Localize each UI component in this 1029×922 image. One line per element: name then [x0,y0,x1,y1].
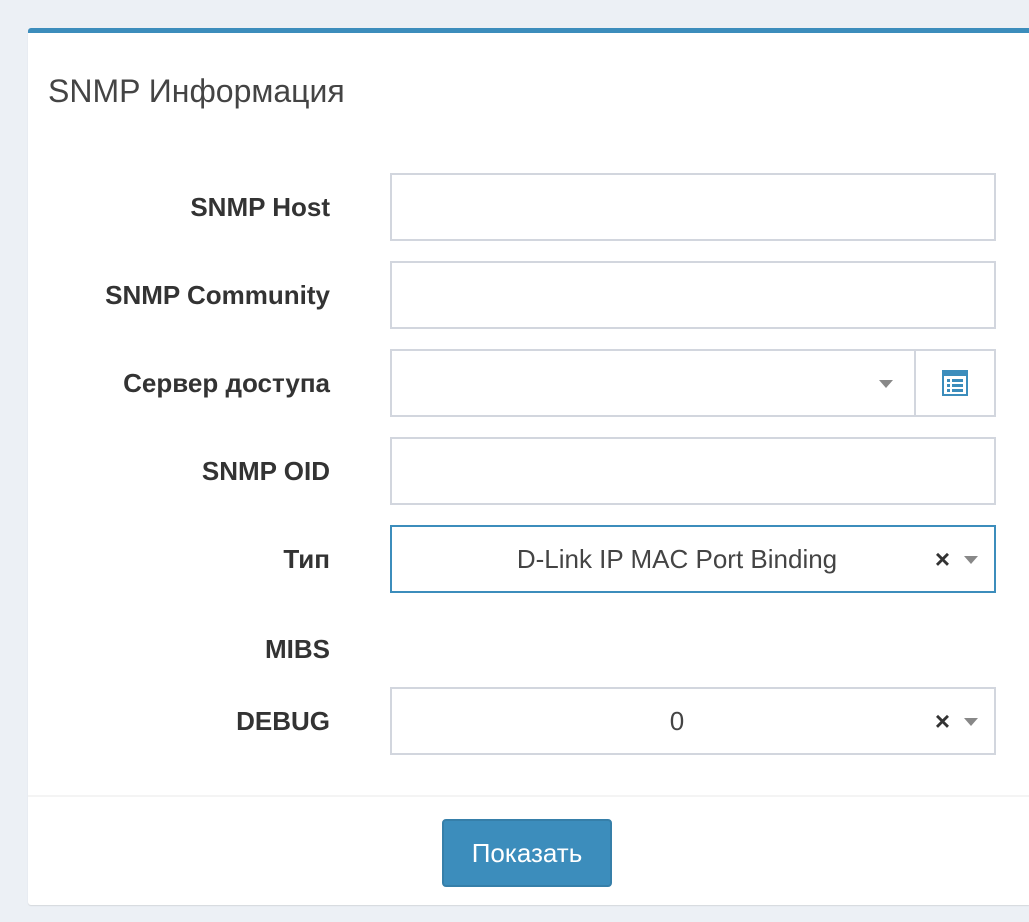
debug-selected-value: 0 [669,706,685,736]
row-snmp-host: SNMP Host [28,173,1029,241]
type-selected-value: D-Link IP MAC Port Binding [516,544,838,574]
list-icon [942,370,968,396]
access-server-select[interactable] [390,349,915,417]
snmp-community-input[interactable] [390,261,996,329]
access-server-list-button[interactable] [914,349,996,417]
debug-select[interactable]: 0 × [390,687,996,755]
snmp-oid-input[interactable] [390,437,996,505]
show-button[interactable]: Показать [442,819,612,887]
mibs-label: MIBS [265,634,330,664]
chevron-down-icon [964,556,978,564]
row-snmp-oid: SNMP OID [28,437,1029,505]
snmp-info-panel: SNMP Информация SNMP Host SNMP Community… [28,28,1029,905]
debug-label: DEBUG [236,706,330,736]
row-mibs: MIBS [28,619,1029,679]
row-snmp-community: SNMP Community [28,261,1029,329]
access-server-group [390,349,996,417]
row-access-server: Сервер доступа [28,349,1029,417]
panel-title: SNMP Информация [48,73,345,109]
chevron-down-icon [964,718,978,726]
row-debug: DEBUG 0 × [28,687,1029,755]
type-label: Тип [283,544,330,574]
snmp-community-label: SNMP Community [105,280,330,310]
debug-clear-icon[interactable]: × [935,689,950,753]
snmp-host-input[interactable] [390,173,996,241]
row-type: Тип D-Link IP MAC Port Binding × [28,525,1029,593]
panel-footer: Показать [28,795,1029,907]
access-server-label: Сервер доступа [123,368,330,398]
snmp-host-label: SNMP Host [190,192,330,222]
chevron-down-icon [879,380,893,388]
type-clear-icon[interactable]: × [935,527,950,591]
type-select[interactable]: D-Link IP MAC Port Binding × [390,525,996,593]
snmp-oid-label: SNMP OID [201,456,330,486]
